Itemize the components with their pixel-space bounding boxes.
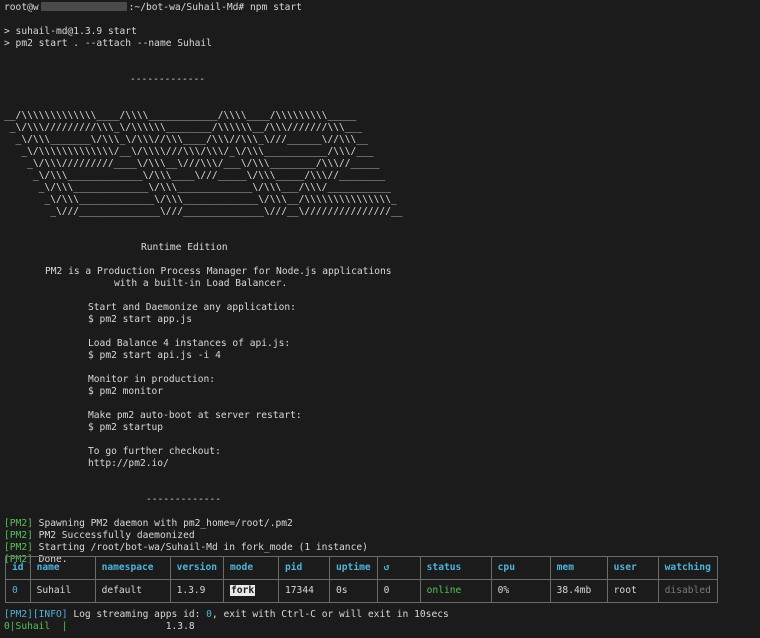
cell-id: 0 <box>5 579 31 603</box>
col-header-watching: watching <box>657 556 718 580</box>
col-header-restarts: ↺ <box>376 556 421 580</box>
col-header-mem: mem <box>549 556 608 580</box>
pm2-ascii-logo: __/\\\\\\\\\\\\\____/\\\\____________/\\… <box>4 110 756 218</box>
shell-prompt-line: root@w :~/bot-wa/Suhail-Md# npm start <box>4 2 756 14</box>
col-header-status: status <box>419 556 492 580</box>
col-header-mode: mode <box>223 556 279 580</box>
prompt-user-host: root@w <box>4 2 39 13</box>
banner-separator: ------------- <box>146 494 222 505</box>
ascii-logo-line: _\/\\\_______\/\\\_\/\\\//\\\____/\\\//\… <box>4 134 368 145</box>
table-row: 0 Suhail default 1.3.9 fork 17344 0s 0 o… <box>5 579 718 603</box>
prompt-path: :~/bot-wa/Suhail-Md# <box>128 2 245 13</box>
pm2-log-line: [PM2] PM2 Successfully daemonized <box>4 530 195 541</box>
ascii-logo-line: _\/\\\_____________\/\\\_____________\/\… <box>4 182 391 193</box>
pm2-info-line: [PM2][INFO] Log streaming apps id: 0, ex… <box>4 609 449 620</box>
banner-link[interactable]: http://pm2.io/ <box>4 458 756 470</box>
col-header-user: user <box>606 556 659 580</box>
banner-tip: Load Balance 4 instances of api.js: <box>88 338 291 349</box>
npm-script-line: > suhail-md@1.3.9 start <box>4 26 137 37</box>
cell-cpu: 0% <box>490 579 551 603</box>
col-header-name: name <box>29 556 96 580</box>
col-header-pid: pid <box>278 556 330 580</box>
pm2-log-line: [PM2] Starting /root/bot-wa/Suhail-Md in… <box>4 542 368 553</box>
col-header-uptime: uptime <box>329 556 378 580</box>
col-header-id: id <box>5 556 31 580</box>
ascii-logo-line: _\///______________\///______________\//… <box>4 206 403 217</box>
cell-version: 1.3.9 <box>169 579 225 603</box>
cell-uptime: 0s <box>329 579 378 603</box>
cell-restarts: 0 <box>376 579 421 603</box>
cell-mode: fork <box>223 579 279 603</box>
banner-description: PM2 is a Production Process Manager for … <box>45 266 392 277</box>
ascii-logo-line: _\/\\\/////////____\/\\\__\///\\\/___\/\… <box>4 158 380 169</box>
pm2-log-line: [PM2] Spawning PM2 daemon with pm2_home=… <box>4 518 293 529</box>
redacted-hostname <box>40 2 127 11</box>
npm-script-line: > pm2 start . --attach --name Suhail <box>4 38 212 49</box>
banner-tip: Monitor in production: <box>88 374 216 385</box>
ascii-logo-line: _\/\\\_____________\/\\\_____________\/\… <box>4 194 397 205</box>
banner-tip: Start and Daemonize any application: <box>88 302 296 313</box>
ascii-logo-line: __/\\\\\\\\\\\\\____/\\\\____________/\\… <box>4 110 357 121</box>
log-stream-section: [PM2][INFO] Log streaming apps id: 0, ex… <box>4 609 449 633</box>
pm2-process-table: id name namespace version mode pid uptim… <box>5 556 718 603</box>
log-stream-line: 0|Suhail | 1.3.8 <box>4 621 195 632</box>
cell-status: online <box>419 579 492 603</box>
cell-name: Suhail <box>29 579 96 603</box>
ascii-logo-line: _\/\\\/////////\\\_\/\\\\\\________/\\\\… <box>4 122 363 133</box>
cell-watching: disabled <box>657 579 718 603</box>
banner-description: with a built-in Load Balancer. <box>114 278 288 289</box>
col-header-version: version <box>169 556 225 580</box>
cell-user: root <box>606 579 659 603</box>
prompt-command: npm start <box>249 2 302 13</box>
ascii-logo-line: _\/\\\\\\\\\\\\\/__\/\\\\///\\\/\\\/_\/\… <box>4 146 374 157</box>
banner-tip-command: $ pm2 startup <box>88 422 164 433</box>
banner-edition: Runtime Edition <box>141 242 228 253</box>
banner-tip-command: $ pm2 monitor <box>88 386 164 397</box>
cell-mem: 38.4mb <box>549 579 608 603</box>
banner-separator: ------------- <box>130 74 206 85</box>
ascii-logo-line: _\/\\\_____________\/\\\____\///_____\/\… <box>4 170 386 181</box>
terminal-window[interactable]: root@w :~/bot-wa/Suhail-Md# npm start > s… <box>0 0 760 638</box>
cell-pid: 17344 <box>278 579 330 603</box>
mode-badge: fork <box>230 585 256 596</box>
col-header-cpu: cpu <box>490 556 551 580</box>
banner-tip-command: $ pm2 start api.js -i 4 <box>88 350 221 361</box>
col-header-namespace: namespace <box>94 556 171 580</box>
table-header-row: id name namespace version mode pid uptim… <box>5 556 718 580</box>
banner-tip-command: $ pm2 start app.js <box>88 314 192 325</box>
banner-tip: To go further checkout: <box>88 446 221 457</box>
cell-namespace: default <box>94 579 171 603</box>
banner-tip: Make pm2 auto-boot at server restart: <box>88 410 302 421</box>
